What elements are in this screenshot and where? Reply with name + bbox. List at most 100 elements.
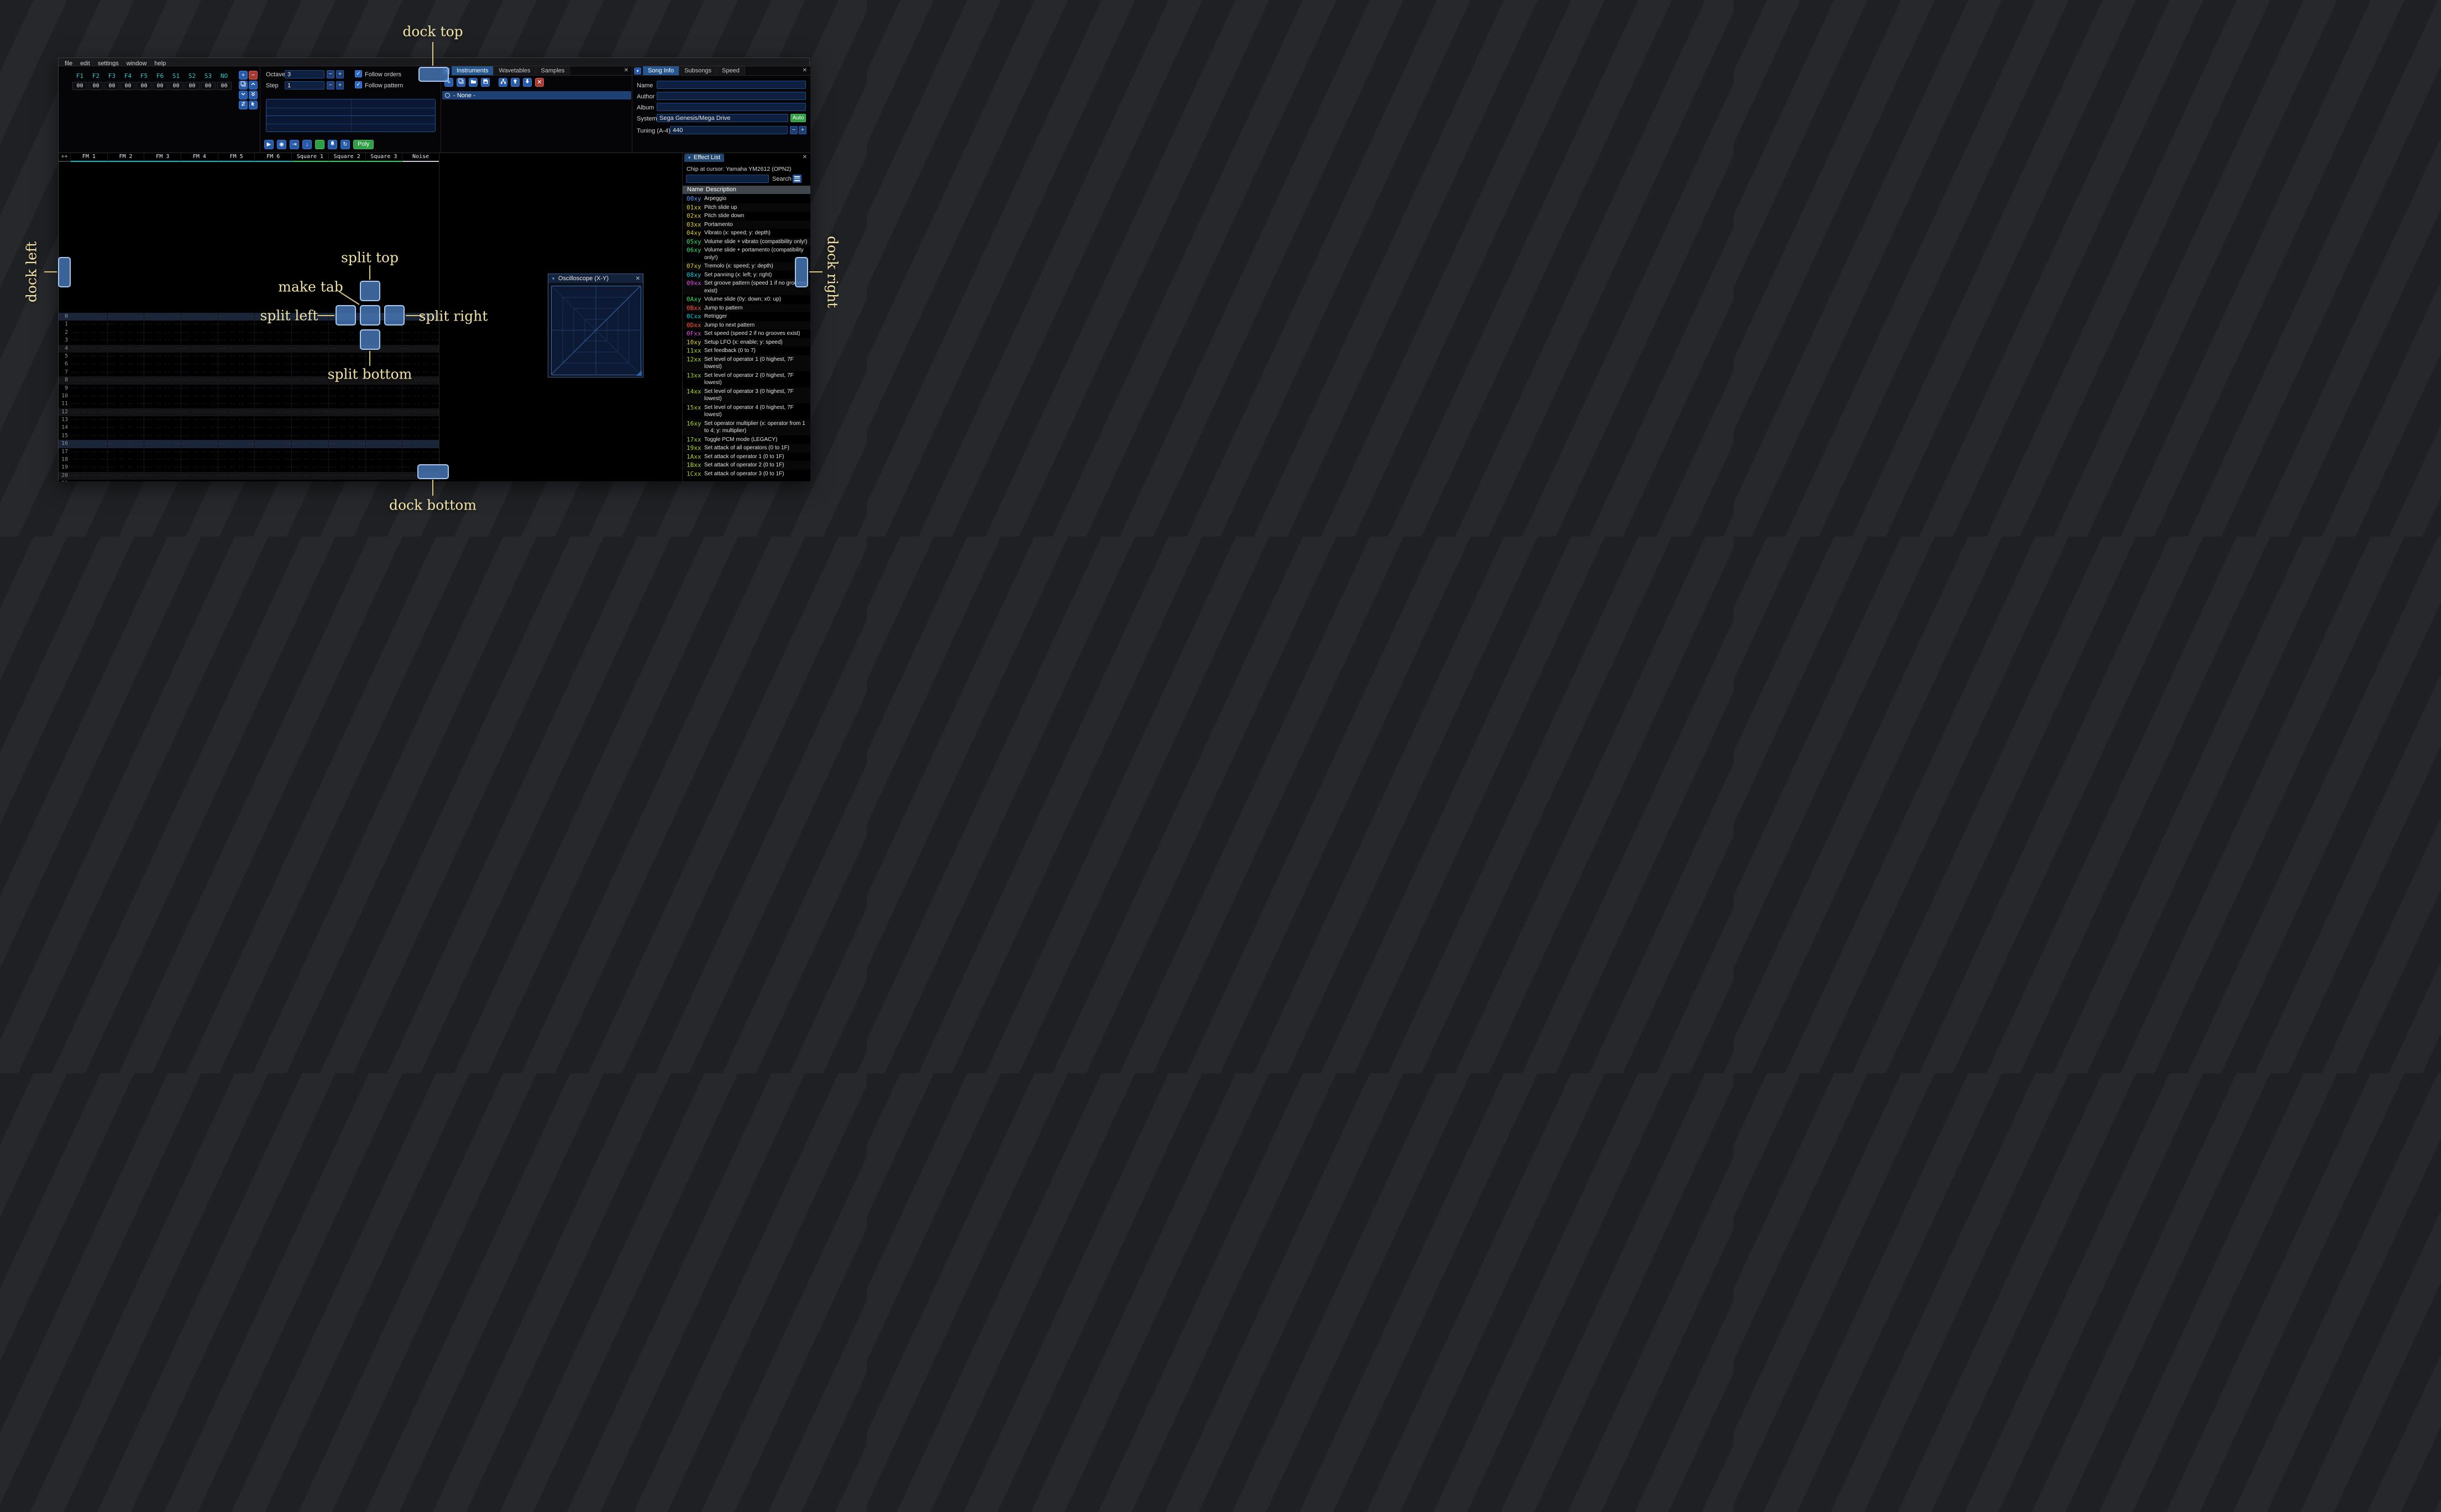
pattern-cell[interactable]: ··· ·· ·· ··· — [402, 337, 439, 345]
channel-header-fm-3[interactable]: FM 3 — [144, 153, 182, 162]
effect-row[interactable]: 09xx Set groove pattern (speed 1 if no gr… — [683, 279, 810, 295]
pattern-cell[interactable]: ··· ·· ·· ··· — [144, 480, 182, 481]
pattern-cell[interactable]: ··· ·· ·· ··· — [292, 384, 329, 392]
effect-list-menu-icon[interactable] — [793, 175, 802, 183]
pattern-row[interactable]: 15 ··· ·· ·· ··· ··· ·· ·· ··· ··· ·· ·· ··… — [59, 432, 439, 440]
pattern-cell[interactable]: ··· ·· ·· ··· — [255, 400, 292, 408]
pattern-cell[interactable]: ··· ·· ·· ··· — [292, 392, 329, 401]
pattern-cell[interactable]: ··· ·· ·· ··· — [144, 352, 182, 361]
pattern-cell[interactable]: ··· ·· ·· ··· — [292, 337, 329, 345]
pattern-cell[interactable]: ··· ·· ·· ··· — [144, 376, 182, 385]
pattern-cell[interactable]: ··· ·· ·· ··· — [292, 408, 329, 417]
pattern-cell[interactable]: ··· ·· ·· ··· — [144, 360, 182, 369]
pattern-cell[interactable]: ··· ·· ·· ··· — [108, 440, 145, 448]
pattern-cell[interactable]: ··· ·· ·· ··· — [255, 408, 292, 417]
pattern-cell[interactable]: ··· ·· ·· ··· — [144, 416, 182, 424]
pattern-cell[interactable]: ··· ·· ·· ··· — [108, 344, 145, 353]
effect-list-tab[interactable]: ▼ Effect List — [684, 154, 725, 162]
pattern-cell[interactable]: ··· ·· ·· ··· — [181, 448, 218, 456]
pattern-cell[interactable]: ··· ·· ·· ··· — [255, 440, 292, 448]
pattern-cell[interactable]: ··· ·· ·· ··· — [329, 392, 366, 401]
pattern-cell[interactable]: ··· ·· ·· ··· — [181, 360, 218, 369]
split-right-target[interactable] — [384, 305, 405, 326]
channel-header-fm-1[interactable]: FM 1 — [71, 153, 108, 162]
pattern-cell[interactable]: ··· ·· ·· ··· — [144, 328, 182, 337]
effect-row[interactable]: 13xx Set level of operator 2 (0 highest, … — [683, 371, 810, 387]
pattern-cell[interactable]: ··· ·· ·· ··· — [144, 321, 182, 329]
step-decrease-button[interactable]: − — [327, 81, 334, 90]
order-cell[interactable]: 00 — [169, 82, 184, 90]
pattern-cell[interactable]: ··· ·· ·· ··· — [402, 432, 439, 440]
pattern-cell[interactable]: ··· ·· ·· ··· — [329, 440, 366, 448]
pattern-cell[interactable]: ··· ·· ·· ··· — [218, 344, 255, 353]
order-swap-mode-button[interactable] — [239, 101, 248, 109]
pattern-cell[interactable]: ··· ·· ·· ··· — [108, 376, 145, 385]
pattern-row[interactable]: 9 ··· ·· ·· ··· ··· ·· ·· ··· ··· ·· ·· ···… — [59, 384, 439, 392]
pattern-cell[interactable]: ··· ·· ·· ··· — [71, 376, 108, 385]
pattern-cell[interactable]: ··· ·· ·· ··· — [218, 456, 255, 464]
pattern-cell[interactable]: ··· ·· ·· ··· — [71, 352, 108, 361]
order-cell[interactable]: 00 — [88, 82, 103, 90]
pattern-cell[interactable]: ··· ·· ·· ··· — [71, 480, 108, 481]
pattern-cell[interactable]: ··· ·· ·· ··· — [144, 368, 182, 377]
pattern-cell[interactable]: ··· ·· ·· ··· — [255, 384, 292, 392]
pattern-cell[interactable]: ··· ·· ·· ··· — [218, 384, 255, 392]
effect-row[interactable]: 17xx Toggle PCM mode (LEGACY) — [683, 435, 810, 444]
pattern-cell[interactable]: ··· ·· ·· ··· — [108, 464, 145, 472]
song-author-field[interactable] — [657, 92, 806, 100]
pattern-cell[interactable]: ··· ·· ·· ··· — [71, 344, 108, 353]
pattern-cell[interactable]: ··· ·· ·· ··· — [144, 408, 182, 417]
pattern-cell[interactable]: ··· ·· ·· ··· — [108, 337, 145, 345]
pattern-cell[interactable]: ··· ·· ·· ··· — [108, 400, 145, 408]
remove-order-button[interactable]: − — [249, 71, 258, 80]
effect-row[interactable]: 0Bxx Jump to pattern — [683, 304, 810, 313]
pattern-cell[interactable]: ··· ·· ·· ··· — [218, 400, 255, 408]
effect-row[interactable]: 14xx Set level of operator 3 (0 highest, … — [683, 387, 810, 403]
pattern-cell[interactable]: ··· ·· ·· ··· — [144, 384, 182, 392]
pattern-cell[interactable]: ··· ·· ·· ··· — [144, 392, 182, 401]
pattern-cell[interactable]: ··· ·· ·· ··· — [329, 480, 366, 481]
pattern-cell[interactable]: ··· ·· ·· ··· — [255, 456, 292, 464]
effect-row[interactable]: 07xy Tremolo (x: speed; y: depth) — [683, 262, 810, 271]
pattern-cell[interactable]: ··· ·· ·· ··· — [181, 480, 218, 481]
pattern-cell[interactable]: ··· ·· ·· ··· — [366, 480, 403, 481]
pattern-cell[interactable]: ··· ·· ·· ··· — [366, 392, 403, 401]
pattern-cell[interactable]: ··· ·· ·· ··· — [255, 424, 292, 432]
instrument-list-item[interactable]: - None - — [442, 91, 631, 99]
octave-increase-button[interactable]: + — [336, 70, 344, 78]
effect-row[interactable]: 08xy Set panning (x: left; y: right) — [683, 271, 810, 280]
pattern-cell[interactable]: ··· ·· ·· ··· — [255, 337, 292, 345]
channel-header-square-3[interactable]: Square 3 — [365, 153, 403, 162]
pattern-cell[interactable]: ··· ·· ·· ··· — [71, 368, 108, 377]
pattern-cell[interactable]: ··· ·· ·· ··· — [144, 471, 182, 480]
pattern-row[interactable]: 13 ··· ·· ·· ··· ··· ·· ·· ··· ··· ·· ·· ··… — [59, 416, 439, 424]
move-instrument-down-button[interactable] — [523, 78, 532, 87]
instrument-folders-button[interactable] — [499, 78, 507, 87]
step-one-row-button[interactable]: ⇥ — [290, 140, 299, 149]
save-instrument-button[interactable] — [481, 78, 490, 87]
close-oscilloscope-icon[interactable]: ✕ — [636, 276, 640, 282]
duplicate-order-end-button[interactable] — [249, 91, 258, 99]
pattern-row[interactable]: 1 ··· ·· ·· ··· ··· ·· ·· ··· ··· ·· ·· ···… — [59, 321, 439, 329]
effect-row[interactable]: 01xx Pitch slide up — [683, 203, 810, 212]
effect-row[interactable]: 15xx Set level of operator 4 (0 highest, … — [683, 403, 810, 419]
pattern-cell[interactable]: ··· ·· ·· ··· — [108, 456, 145, 464]
pattern-cell[interactable]: ··· ·· ·· ··· — [181, 376, 218, 385]
pattern-cell[interactable]: ··· ·· ·· ··· — [402, 384, 439, 392]
pattern-cell[interactable]: ··· ·· ·· ··· — [218, 360, 255, 369]
pattern-cell[interactable]: ··· ·· ·· ··· — [218, 368, 255, 377]
pattern-row[interactable]: 14 ··· ·· ·· ··· ··· ·· ·· ··· ··· ·· ·· ··… — [59, 424, 439, 432]
order-cell[interactable]: 00 — [121, 82, 135, 90]
pattern-row[interactable]: 19 ··· ·· ·· ··· ··· ·· ·· ··· ··· ·· ·· ··… — [59, 464, 439, 472]
pattern-cell[interactable]: ··· ·· ·· ··· — [292, 440, 329, 448]
pattern-cell[interactable]: ··· ·· ·· ··· — [108, 408, 145, 417]
pattern-cell[interactable]: ··· ·· ·· ··· — [218, 313, 255, 321]
pattern-cell[interactable]: ··· ·· ·· ··· — [292, 400, 329, 408]
pattern-row[interactable]: 0 ··· ·· ·· ··· ··· ·· ·· ··· ··· ·· ·· ···… — [59, 313, 439, 321]
pattern-cell[interactable]: ··· ·· ·· ··· — [255, 448, 292, 456]
pattern-cell[interactable]: ··· ·· ·· ··· — [402, 392, 439, 401]
pattern-cell[interactable]: ··· ·· ·· ··· — [71, 471, 108, 480]
pattern-cell[interactable]: ··· ·· ·· ··· — [292, 456, 329, 464]
pattern-cell[interactable]: ··· ·· ·· ··· — [71, 424, 108, 432]
pattern-cell[interactable]: ··· ·· ·· ··· — [329, 432, 366, 440]
